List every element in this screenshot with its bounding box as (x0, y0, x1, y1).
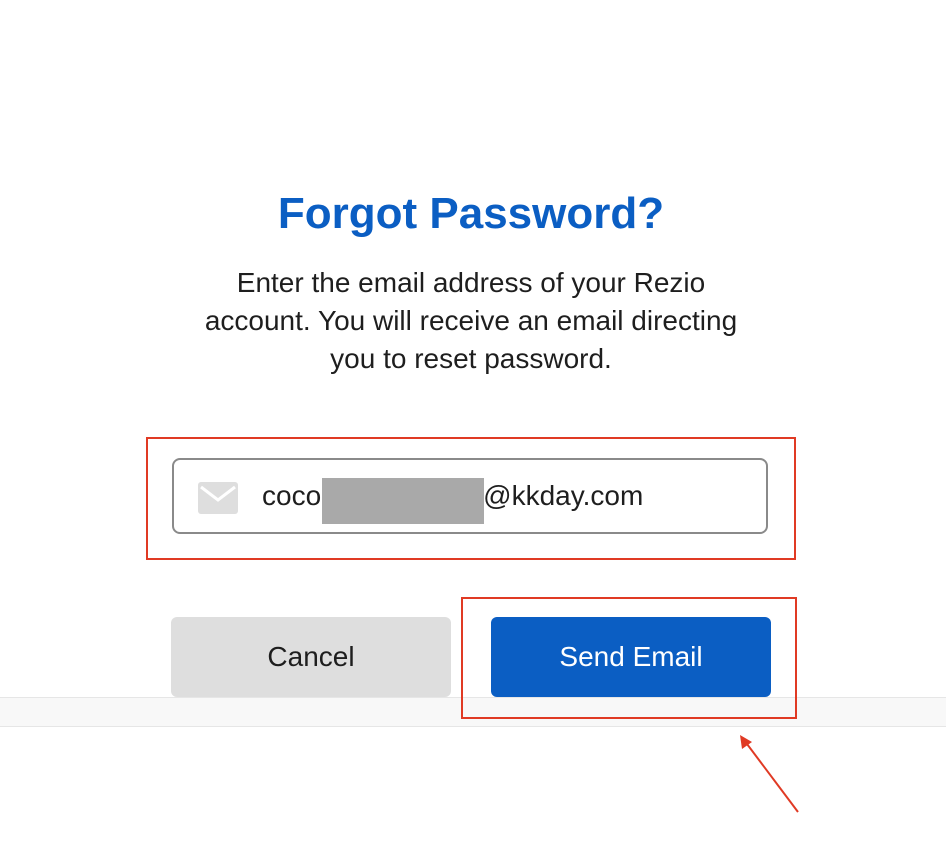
annotation-arrow-icon (740, 735, 799, 813)
page-description: Enter the email address of your Rezio ac… (204, 267, 738, 374)
envelope-icon (198, 482, 238, 514)
email-field[interactable]: coco @kkday.com (172, 458, 768, 534)
bottom-divider-strip (0, 697, 946, 727)
redaction-block (322, 478, 484, 524)
send-email-button[interactable]: Send Email (491, 617, 771, 697)
page-title: Forgot Password? (277, 189, 665, 238)
email-visible-prefix: coco (262, 480, 322, 511)
forgot-password-page: Forgot Password? Enter the email address… (0, 0, 946, 850)
email-visible-suffix: @kkday.com (483, 480, 644, 511)
cancel-button[interactable]: Cancel (171, 617, 451, 697)
